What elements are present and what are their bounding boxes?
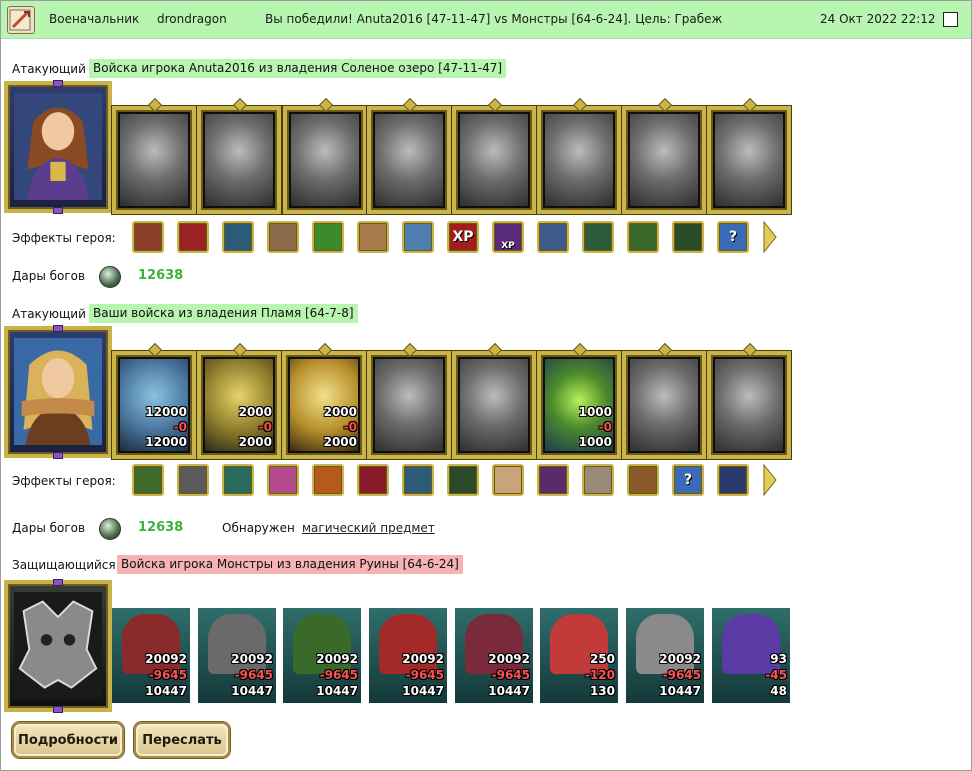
chest-effect-icon[interactable] <box>312 464 344 496</box>
defender-troop-slot[interactable]: 20092 -9645 10447 <box>455 608 533 703</box>
attacker1-troop-slot[interactable] <box>537 97 621 214</box>
defender-role: Защищающийся <box>12 558 116 572</box>
unit-swordsman-gray-image <box>291 114 359 206</box>
attacker1-troop-slot[interactable] <box>283 97 367 214</box>
hero-female-mage-image <box>14 93 102 201</box>
skull-effect-icon[interactable] <box>177 464 209 496</box>
defender-army: Войска игрока Монстры из владения Руины … <box>117 555 463 574</box>
defender-troop-slot[interactable]: 20092 -9645 10447 <box>369 608 447 703</box>
battle-date: 24 Окт 2022 22:12 <box>820 12 936 26</box>
found-item-link[interactable]: магический предмет <box>302 521 435 535</box>
battle-result: Вы победили! Anuta2016 [47-11-47] vs Мон… <box>265 12 723 26</box>
attacker2-role: Атакующий <box>12 307 86 321</box>
player-name: drondragon <box>157 12 227 26</box>
battle-report-icon <box>7 6 35 34</box>
gem-effect-icon[interactable] <box>132 464 164 496</box>
attacker1-troop-slot[interactable] <box>367 97 451 214</box>
attacker1-troop-slot[interactable] <box>197 97 281 214</box>
scroll-right-arrow-icon[interactable] <box>763 221 777 253</box>
attacker1-gifts-value: 12638 <box>138 268 184 283</box>
unit-angel-gray-image <box>715 359 783 451</box>
gift-box-effect-icon[interactable] <box>267 464 299 496</box>
attacker1-army: Войска игрока Anuta2016 из владения Соле… <box>89 59 507 78</box>
unit-dwarf-gray-image <box>120 114 188 206</box>
unit-wraith-gray-image <box>715 114 783 206</box>
unit-pegasus-gray-image <box>375 359 443 451</box>
attacker2-effects-label: Эффекты героя: <box>12 474 116 488</box>
handshake-effect-icon[interactable] <box>357 221 389 253</box>
attacker2-gifts-label: Дары богов <box>12 521 86 535</box>
xp-boost-effect-icon[interactable]: XP <box>492 221 524 253</box>
eye-effect-icon[interactable] <box>447 464 479 496</box>
attacker2-troop-slot[interactable]: 2000 -0 2000 <box>282 342 366 459</box>
details-button[interactable]: Подробности <box>12 722 124 758</box>
crossed-swords-effect-icon[interactable] <box>537 464 569 496</box>
hero-female-archer-image <box>14 338 102 446</box>
unknown-effect-icon[interactable]: ? <box>717 221 749 253</box>
gods-gift-icon <box>99 266 121 288</box>
defender-troop-slot[interactable]: 250 -120 130 <box>540 608 618 703</box>
attacker2-troop-slot[interactable] <box>622 342 706 459</box>
unknown-effect-icon[interactable]: ? <box>672 464 704 496</box>
attacker1-hero-portrait[interactable] <box>4 80 112 214</box>
attacker1-troop-slot[interactable] <box>112 97 196 214</box>
found-label: Обнаружен <box>222 521 295 535</box>
attacker2-gifts-value: 12638 <box>138 520 184 535</box>
attacker1-troop-slot[interactable] <box>707 97 791 214</box>
tower-effect-icon[interactable] <box>132 221 164 253</box>
xp-effect-icon[interactable]: XP <box>447 221 479 253</box>
attacker1-gifts-label: Дары богов <box>12 269 86 283</box>
shield-effect-icon[interactable] <box>402 464 434 496</box>
dice-effect-icon[interactable] <box>177 221 209 253</box>
attacker2-troop-slot[interactable] <box>707 342 791 459</box>
player-rank: Военачальник <box>49 12 140 26</box>
attacker1-role: Атакующий <box>12 62 86 76</box>
forward-button[interactable]: Переслать <box>134 722 230 758</box>
amulet-effect-icon[interactable] <box>582 221 614 253</box>
crest-effect-icon[interactable] <box>627 221 659 253</box>
attacker2-troop-slot[interactable]: 1000 -0 1000 <box>537 342 621 459</box>
attacker2-troop-slot[interactable]: 12000 -0 12000 <box>112 342 196 459</box>
attacker1-effects-label: Эффекты героя: <box>12 231 116 245</box>
scroll-right-arrow-icon[interactable] <box>763 464 777 496</box>
attacker2-troop-slot[interactable]: 2000 -0 2000 <box>197 342 281 459</box>
defender-troop-slot[interactable]: 20092 -9645 10447 <box>283 608 361 703</box>
attacker2-army: Ваши войска из владения Пламя [64-7-8] <box>89 304 358 323</box>
report-header: Военачальник drondragon Вы победили! Anu… <box>1 1 971 39</box>
attacker2-troop-slot[interactable] <box>367 342 451 459</box>
attacker1-troop-slot[interactable] <box>452 97 536 214</box>
unit-griffin-gray-image <box>375 114 443 206</box>
unit-archer-gray-image <box>460 114 528 206</box>
hand-shield-effect-icon[interactable] <box>267 221 299 253</box>
defender-hero-portrait[interactable] <box>4 579 112 713</box>
monster-effect-icon[interactable] <box>672 221 704 253</box>
defender-troop-slot[interactable]: 93 -45 48 <box>712 608 790 703</box>
magic-hand-effect-icon[interactable] <box>402 221 434 253</box>
defender-troop-slot[interactable]: 20092 -9645 10447 <box>198 608 276 703</box>
helmet-effect-icon[interactable] <box>537 221 569 253</box>
select-checkbox[interactable] <box>943 12 958 27</box>
unit-crossbowman-gray-image <box>460 359 528 451</box>
heart-effect-icon[interactable] <box>357 464 389 496</box>
attacker2-hero-portrait[interactable] <box>4 325 112 459</box>
monster-emblem-image <box>14 592 102 700</box>
defender-troop-slot[interactable]: 20092 -9645 10447 <box>626 608 704 703</box>
attacker1-troop-slot[interactable] <box>622 97 706 214</box>
defender-troop-slot[interactable]: 20092 -9645 10447 <box>112 608 190 703</box>
unit-armored-knight-gray-image <box>630 359 698 451</box>
gauntlet-effect-icon[interactable] <box>717 464 749 496</box>
gods-gift-icon <box>99 518 121 540</box>
attacker2-troop-slot[interactable] <box>452 342 536 459</box>
unit-priest-gray-image <box>545 114 613 206</box>
unit-paladin-gray-image <box>630 114 698 206</box>
unit-dark-knight-gray-image <box>205 114 273 206</box>
ring-effect-icon[interactable] <box>582 464 614 496</box>
scroll-effect-icon[interactable] <box>492 464 524 496</box>
sword-effect-icon[interactable] <box>312 221 344 253</box>
boots-effect-icon[interactable] <box>627 464 659 496</box>
shield-effect-icon[interactable] <box>222 221 254 253</box>
potion-effect-icon[interactable] <box>222 464 254 496</box>
